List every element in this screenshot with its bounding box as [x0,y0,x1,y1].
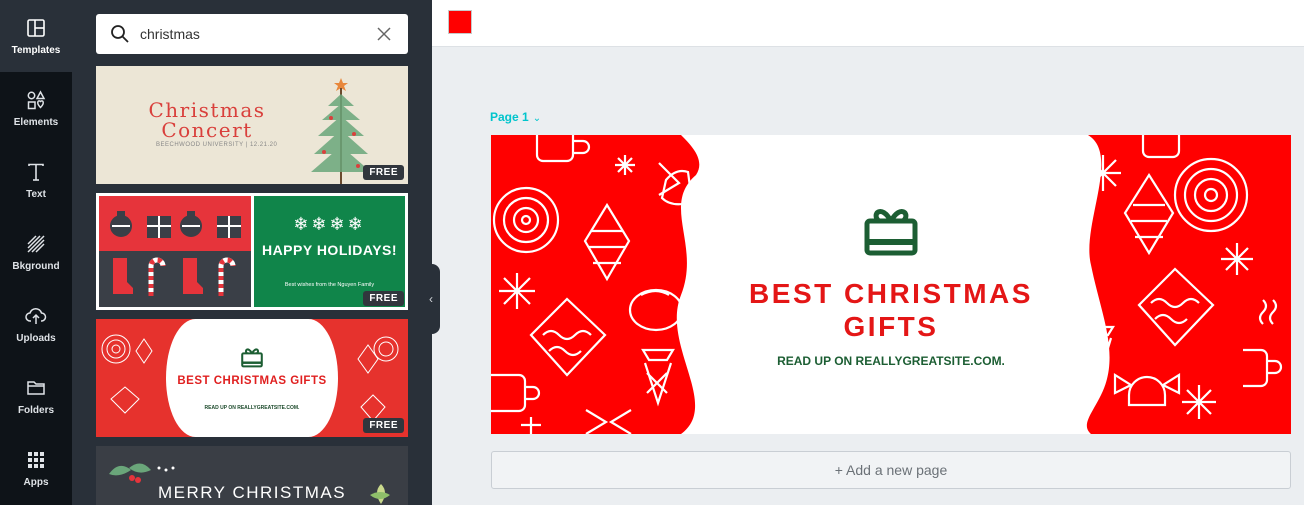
ornament-grid-illustration [99,196,251,307]
template-title: Christmas Concert [148,98,266,142]
rail-label: Elements [13,116,59,128]
templates-panel: Christmas Concert BEECHWOOD UNIVERSITY |… [72,0,432,505]
rail-label: Text [26,188,46,200]
design-canvas[interactable]: BEST CHRISTMAS GIFTS READ UP ON REALLYGR… [491,135,1291,434]
apps-icon [28,451,44,468]
left-rail: Templates Elements Text Bkground Uploads… [0,0,72,505]
snowflake-row-icon: ❄❄❄❄ [293,214,366,234]
template-title: BEST CHRISTMAS GIFTS [177,375,327,387]
color-swatch-button[interactable] [448,10,472,34]
editor-toolbar [432,0,1304,47]
rail-label: Bkground [12,260,60,272]
uploads-icon [25,307,47,324]
rail-item-text[interactable]: Text [0,144,72,216]
template-title: HAPPY HOLIDAYS! [261,242,398,258]
template-card-merry-christmas[interactable]: MERRY CHRISTMAS [96,446,408,505]
page-label[interactable]: Page 1 ⌄ [490,110,541,124]
template-subtitle: Best wishes from the Nguyen Family [284,282,375,288]
elements-icon [27,89,46,109]
rail-item-folders[interactable]: Folders [0,360,72,432]
rail-item-elements[interactable]: Elements [0,72,72,144]
template-subtitle: READ UP ON REALLYGREATSITE.COM. [204,405,300,411]
folders-icon [27,380,45,395]
gift-icon [241,348,263,368]
background-icon [27,234,45,253]
collapse-panel-button[interactable]: ‹ [422,264,440,334]
template-subtitle: BEECHWOOD UNIVERSITY | 12.21.20 [156,142,278,148]
close-icon[interactable] [376,26,392,42]
template-card-christmas-concert[interactable]: Christmas Concert BEECHWOOD UNIVERSITY |… [96,66,408,184]
gift-icon [864,209,918,256]
template-card-happy-holidays[interactable]: ❄❄❄❄ HAPPY HOLIDAYS! Best wishes from th… [96,193,408,310]
rail-label: Uploads [16,332,56,344]
search-input[interactable] [140,26,360,42]
rail-label: Apps [23,476,49,488]
rail-label: Folders [17,404,55,416]
free-badge: FREE [363,165,404,180]
page-label-text: Page 1 [490,110,529,124]
add-page-button[interactable]: + Add a new page [491,451,1291,489]
rail-item-uploads[interactable]: Uploads [0,288,72,360]
editor-app: Templates Elements Text Bkground Uploads… [0,0,1304,505]
design-title[interactable]: BEST CHRISTMAS GIFTS [731,277,1051,343]
rail-item-apps[interactable]: Apps [0,432,72,504]
free-badge: FREE [363,418,404,433]
rail-item-templates[interactable]: Templates [0,0,72,72]
chevron-down-icon: ⌄ [532,113,542,124]
search-icon [111,25,129,43]
rail-item-background[interactable]: Bkground [0,216,72,288]
template-card-best-christmas-gifts[interactable]: BEST CHRISTMAS GIFTS READ UP ON REALLYGR… [96,319,408,437]
template-title: MERRY CHRISTMAS [157,483,347,502]
free-badge: FREE [363,291,404,306]
design-subtitle[interactable]: READ UP ON REALLYGREATSITE.COM. [491,354,1291,368]
text-icon [28,163,44,181]
search-bar [96,14,408,54]
templates-icon [27,18,45,37]
rail-label: Templates [11,44,61,56]
